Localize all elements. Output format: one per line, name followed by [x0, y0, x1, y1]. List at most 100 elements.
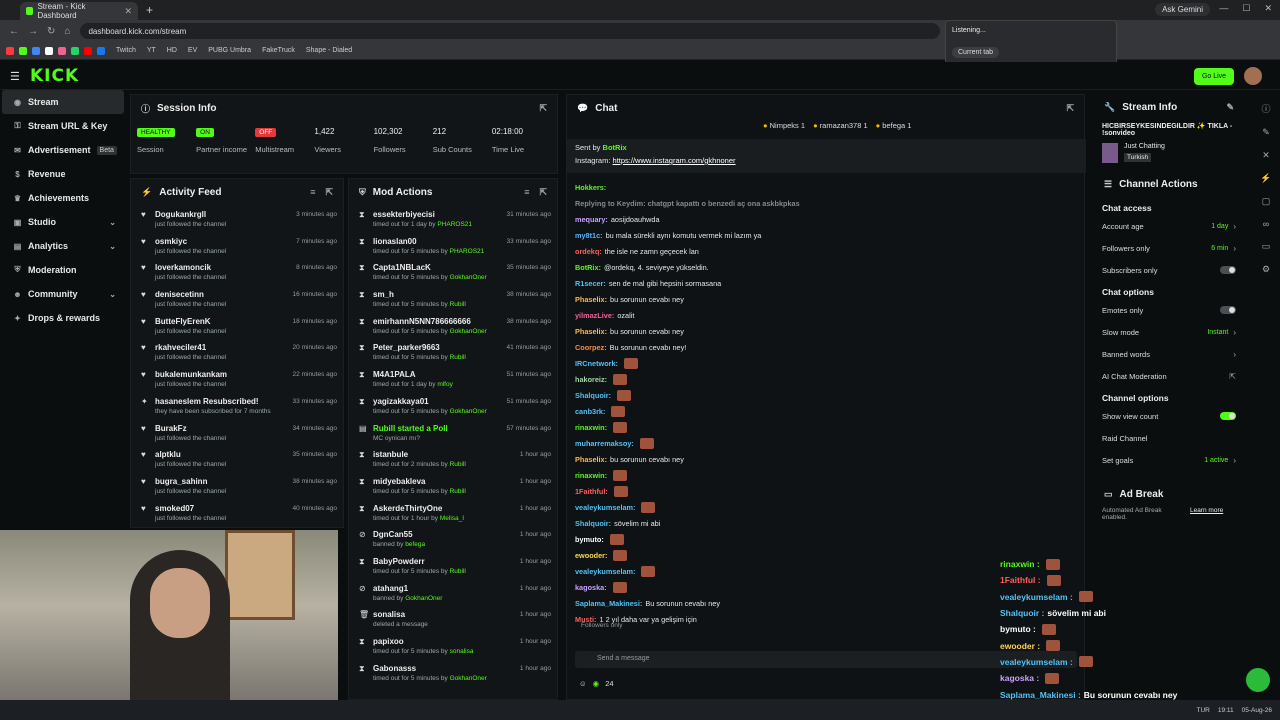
go-live-button[interactable]: Go Live: [1194, 68, 1234, 85]
chat-message[interactable]: BotRix: @ordekq, 4. seviyeye yükseldin.: [575, 259, 1075, 275]
info-icon[interactable]: ⓘ: [1261, 102, 1270, 115]
activity-name[interactable]: Dogukankrgll: [155, 210, 226, 219]
chat-message[interactable]: Shalquoir:: [575, 387, 1075, 403]
chat-username[interactable]: Phaselix:: [575, 455, 607, 464]
activity-name[interactable]: sm_h: [373, 290, 394, 299]
chat-message[interactable]: yilmazLive: ozalit: [575, 307, 1075, 323]
chat-username[interactable]: bymuto:: [575, 535, 604, 544]
chat-username[interactable]: Hokkers:: [575, 183, 606, 192]
sidebar-item-drops-rewards[interactable]: ✦ Drops & rewards: [0, 306, 126, 330]
bookmark-item[interactable]: EV: [188, 47, 197, 54]
chat-icon[interactable]: ▢: [1262, 196, 1271, 207]
bookmark-favicon-icon[interactable]: [97, 46, 105, 55]
moderator-name[interactable]: PHAROS21: [450, 248, 485, 255]
gifter-badge[interactable]: ● ramazan378 1: [813, 121, 868, 130]
chat-username[interactable]: Replying to Keydim: chatgpt kapattı o be…: [575, 199, 800, 208]
filter-icon[interactable]: ≡: [310, 187, 315, 198]
moderator-name[interactable]: GokhanOner: [405, 595, 442, 602]
activity-name[interactable]: atahang1: [373, 584, 408, 593]
link-icon[interactable]: ∞: [1263, 219, 1269, 229]
chat-message[interactable]: my8t1c: bu mala sürekli aynı komutu verme…: [575, 227, 1075, 243]
emotes-only-toggle[interactable]: [1220, 306, 1236, 314]
bookmark-item[interactable]: Twitch: [116, 47, 136, 54]
close-tab-icon[interactable]: ✕: [124, 6, 132, 17]
subscribers-only-row[interactable]: Subscribers only: [1094, 259, 1244, 281]
activity-name[interactable]: Gabonasss: [373, 664, 416, 673]
activity-name[interactable]: rkahveciler41: [155, 343, 226, 352]
url-field[interactable]: dashboard.kick.com/stream: [80, 23, 941, 39]
chat-username[interactable]: Shalquoir:: [575, 391, 611, 400]
raid-channel-row[interactable]: Raid Channel: [1094, 427, 1244, 449]
activity-name[interactable]: osmkiyc: [155, 237, 226, 246]
bookmark-item[interactable]: YT: [147, 47, 156, 54]
bookmark-favicon-icon[interactable]: [58, 46, 66, 55]
browser-tab[interactable]: Stream - Kick Dashboard ✕: [20, 2, 138, 20]
activity-name[interactable]: loverkamoncik: [155, 263, 226, 272]
chat-message[interactable]: Phaselix: bu sorunun cevabı ney: [575, 451, 1075, 467]
show-view-count-row[interactable]: Show view count: [1094, 405, 1244, 427]
chat-message[interactable]: Coorpez: Bu sorunun cevabı ney!: [575, 339, 1075, 355]
back-icon[interactable]: ←: [9, 26, 19, 37]
chat-message[interactable]: ordekq: the isle ne zamn geçecek lan: [575, 243, 1075, 259]
sidebar-item-stream[interactable]: ◉ Stream: [2, 90, 124, 114]
chat-message[interactable]: R1secer: sen de mal gibi hepsini sormasan…: [575, 275, 1075, 291]
sidebar-item-studio[interactable]: ▣ Studio ⌄: [0, 210, 126, 234]
help-chat-button[interactable]: [1246, 668, 1270, 692]
chat-message[interactable]: hakoreiz:: [575, 371, 1075, 387]
chat-username[interactable]: yilmazLive:: [575, 311, 614, 320]
activity-name[interactable]: emirhannN5NN786666666: [373, 317, 471, 326]
bookmark-item[interactable]: FakeTruck: [262, 47, 295, 54]
show-view-count-toggle[interactable]: [1220, 412, 1236, 420]
popout-icon[interactable]: ⇱: [1066, 103, 1074, 114]
sidebar-item-community[interactable]: ☻ Community ⌄: [0, 282, 126, 306]
chat-username[interactable]: canb3rk:: [575, 407, 605, 416]
menu-icon[interactable]: ☰: [10, 70, 20, 83]
chat-username[interactable]: BotRix:: [575, 263, 601, 272]
activity-name[interactable]: bukalemunkankam: [155, 370, 227, 379]
emotes-only-row[interactable]: Emotes only: [1094, 299, 1244, 321]
learn-more-link[interactable]: Learn more: [1190, 507, 1223, 521]
gifter-badge[interactable]: ● befega 1: [876, 121, 912, 130]
new-tab-icon[interactable]: +: [146, 3, 153, 17]
edit-icon[interactable]: ✎: [1226, 102, 1234, 113]
followers-only-row[interactable]: Followers only 6 min ›: [1094, 237, 1244, 259]
emote-icon[interactable]: ☺: [579, 679, 587, 688]
bookmark-favicon-icon[interactable]: [6, 46, 14, 55]
chat-message[interactable]: bymuto:: [575, 531, 1075, 547]
forward-icon[interactable]: →: [28, 26, 38, 37]
chat-username[interactable]: IRCnetwork:: [575, 359, 618, 368]
close-window-icon[interactable]: ✕: [1264, 3, 1272, 14]
bookmark-favicon-icon[interactable]: [45, 46, 53, 55]
moderator-name[interactable]: Rubill: [450, 461, 466, 468]
chat-username[interactable]: Shalquoir:: [575, 519, 611, 528]
activity-name[interactable]: AskerdeThirtyOne: [373, 504, 442, 513]
minimize-icon[interactable]: —: [1219, 3, 1228, 14]
sidebar-item-moderation[interactable]: ⛨ Moderation: [0, 258, 126, 282]
subscribers-only-toggle[interactable]: [1220, 266, 1236, 274]
chat-username[interactable]: rinaxwin:: [575, 471, 607, 480]
chat-message[interactable]: muharremaksoy:: [575, 435, 1075, 451]
points-icon[interactable]: ◉: [593, 679, 600, 688]
ask-gemini-button[interactable]: Ask Gemini: [1155, 3, 1210, 16]
activity-name[interactable]: papixoo: [373, 637, 404, 646]
moderator-name[interactable]: GokhanOner: [450, 675, 487, 682]
bolt-icon[interactable]: ⚡: [1260, 173, 1271, 184]
popout-icon[interactable]: ⇱: [325, 187, 333, 198]
chat-username[interactable]: vealeykumselam:: [575, 503, 635, 512]
chevron-down-icon[interactable]: ⌄: [109, 290, 116, 299]
sidebar-item-revenue[interactable]: $ Revenue: [0, 162, 126, 186]
activity-name[interactable]: M4A1PALA: [373, 370, 416, 379]
activity-name[interactable]: BurakFz: [155, 424, 226, 433]
activity-name[interactable]: Rubill started a Poll: [373, 424, 448, 433]
chat-username[interactable]: muharremaksoy:: [575, 439, 634, 448]
moderator-name[interactable]: PHAROS21: [437, 221, 472, 228]
moderator-name[interactable]: GokhanOner: [450, 328, 487, 335]
avatar[interactable]: [1244, 67, 1262, 85]
chat-message[interactable]: 1Faithful:: [575, 483, 1075, 499]
activity-name[interactable]: lionaslan00: [373, 237, 417, 246]
moderator-name[interactable]: Rubill: [450, 568, 466, 575]
tv-icon[interactable]: ▭: [1262, 241, 1271, 252]
chat-message[interactable]: Replying to Keydim: chatgpt kapattı o be…: [575, 195, 1075, 211]
maximize-icon[interactable]: ☐: [1242, 3, 1250, 14]
moderator-name[interactable]: GokhanOner: [450, 408, 487, 415]
